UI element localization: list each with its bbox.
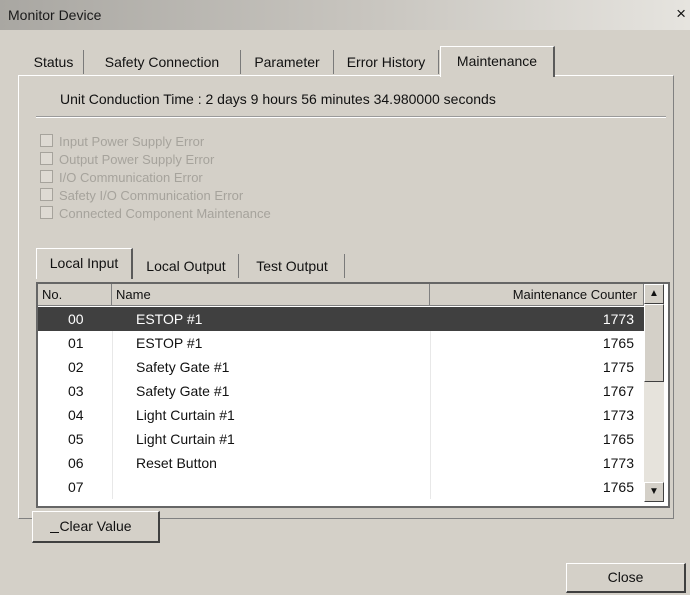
- row-name: ESTOP #1: [136, 311, 203, 327]
- row-name: Safety Gate #1: [136, 383, 230, 399]
- table-row[interactable]: 02 Safety Gate #1 1775: [38, 355, 644, 379]
- tab-safety-connection[interactable]: Safety Connection: [84, 50, 241, 74]
- clear-value-button[interactable]: Clear Value: [32, 511, 160, 543]
- checkbox-safety-io-communication-error[interactable]: Safety I/O Communication Error: [40, 188, 243, 205]
- column-header-no[interactable]: No.: [38, 284, 112, 306]
- subtab-test-output[interactable]: Test Output: [240, 254, 345, 278]
- checkbox-label: Output Power Supply Error: [59, 152, 215, 167]
- row-counter: 1765: [602, 479, 634, 495]
- table-row[interactable]: 05 Light Curtain #1 1765: [38, 427, 644, 451]
- checkbox-io-communication-error[interactable]: I/O Communication Error: [40, 170, 203, 187]
- row-name: Light Curtain #1: [136, 431, 235, 447]
- table-row[interactable]: 04 Light Curtain #1 1773: [38, 403, 644, 427]
- tab-parameter[interactable]: Parameter: [241, 50, 334, 74]
- row-counter: 1765: [602, 335, 634, 351]
- column-header-name[interactable]: Name: [112, 284, 430, 306]
- row-number: 01: [68, 335, 84, 351]
- row-number: 04: [68, 407, 84, 423]
- row-counter: 1773: [602, 455, 634, 471]
- row-number: 00: [68, 311, 84, 327]
- row-name: ESTOP #1: [136, 335, 203, 351]
- separator-line: [36, 116, 666, 118]
- checkbox-input-power-supply-error[interactable]: Input Power Supply Error: [40, 134, 204, 151]
- vertical-scrollbar[interactable]: ▲ ▼: [644, 284, 664, 502]
- checkbox-box[interactable]: [40, 170, 53, 183]
- table-row[interactable]: 03 Safety Gate #1 1767: [38, 379, 644, 403]
- tab-error-history[interactable]: Error History: [334, 50, 439, 74]
- clear-value-mnemonic-underline: [50, 532, 59, 533]
- row-name: Light Curtain #1: [136, 407, 235, 423]
- row-number: 02: [68, 359, 84, 375]
- checkbox-output-power-supply-error[interactable]: Output Power Supply Error: [40, 152, 214, 169]
- row-number: 07: [68, 479, 84, 495]
- table-row[interactable]: 01 ESTOP #1 1765: [38, 331, 644, 355]
- unit-conduction-time: Unit Conduction Time : 2 days 9 hours 56…: [60, 91, 496, 107]
- row-counter: 1773: [602, 311, 634, 327]
- tab-status[interactable]: Status: [24, 50, 84, 74]
- checkbox-connected-component-maintenance[interactable]: Connected Component Maintenance: [40, 206, 271, 223]
- checkbox-box[interactable]: [40, 206, 53, 219]
- clear-value-label: Clear Value: [59, 518, 132, 534]
- row-number: 03: [68, 383, 84, 399]
- tab-maintenance[interactable]: Maintenance: [440, 46, 555, 77]
- row-number: 06: [68, 455, 84, 471]
- scroll-up-icon[interactable]: ▲: [644, 284, 664, 304]
- table-row[interactable]: 06 Reset Button 1773: [38, 451, 644, 475]
- scroll-thumb[interactable]: [644, 304, 664, 382]
- row-counter: 1767: [602, 383, 634, 399]
- close-button[interactable]: Close: [566, 563, 686, 593]
- row-counter: 1765: [602, 431, 634, 447]
- subtab-local-output[interactable]: Local Output: [134, 254, 239, 278]
- window-title: Monitor Device: [8, 7, 102, 23]
- checkbox-box[interactable]: [40, 134, 53, 147]
- checkbox-label: Connected Component Maintenance: [59, 206, 271, 221]
- scroll-down-icon[interactable]: ▼: [644, 482, 664, 502]
- checkbox-label: I/O Communication Error: [59, 170, 203, 185]
- checkbox-label: Safety I/O Communication Error: [59, 188, 244, 203]
- subtab-local-input[interactable]: Local Input: [36, 248, 133, 279]
- close-window-icon[interactable]: ×: [676, 4, 686, 24]
- row-counter: 1775: [602, 359, 634, 375]
- row-name: Safety Gate #1: [136, 359, 230, 375]
- table-row[interactable]: 00 ESTOP #1 1773: [38, 307, 644, 331]
- checkbox-box[interactable]: [40, 152, 53, 165]
- checkbox-box[interactable]: [40, 188, 53, 201]
- row-name: Reset Button: [136, 455, 217, 471]
- row-number: 05: [68, 431, 84, 447]
- title-bar: Monitor Device ×: [0, 0, 690, 30]
- maintenance-counter-list[interactable]: No. Name Maintenance Counter 00 ESTOP #1…: [36, 282, 670, 508]
- table-row[interactable]: 07 1765: [38, 475, 644, 499]
- checkbox-label: Input Power Supply Error: [59, 134, 205, 149]
- monitor-device-window: Monitor Device × Status Safety Connectio…: [0, 0, 690, 595]
- column-header-maintenance-counter[interactable]: Maintenance Counter: [430, 284, 644, 306]
- row-counter: 1773: [602, 407, 634, 423]
